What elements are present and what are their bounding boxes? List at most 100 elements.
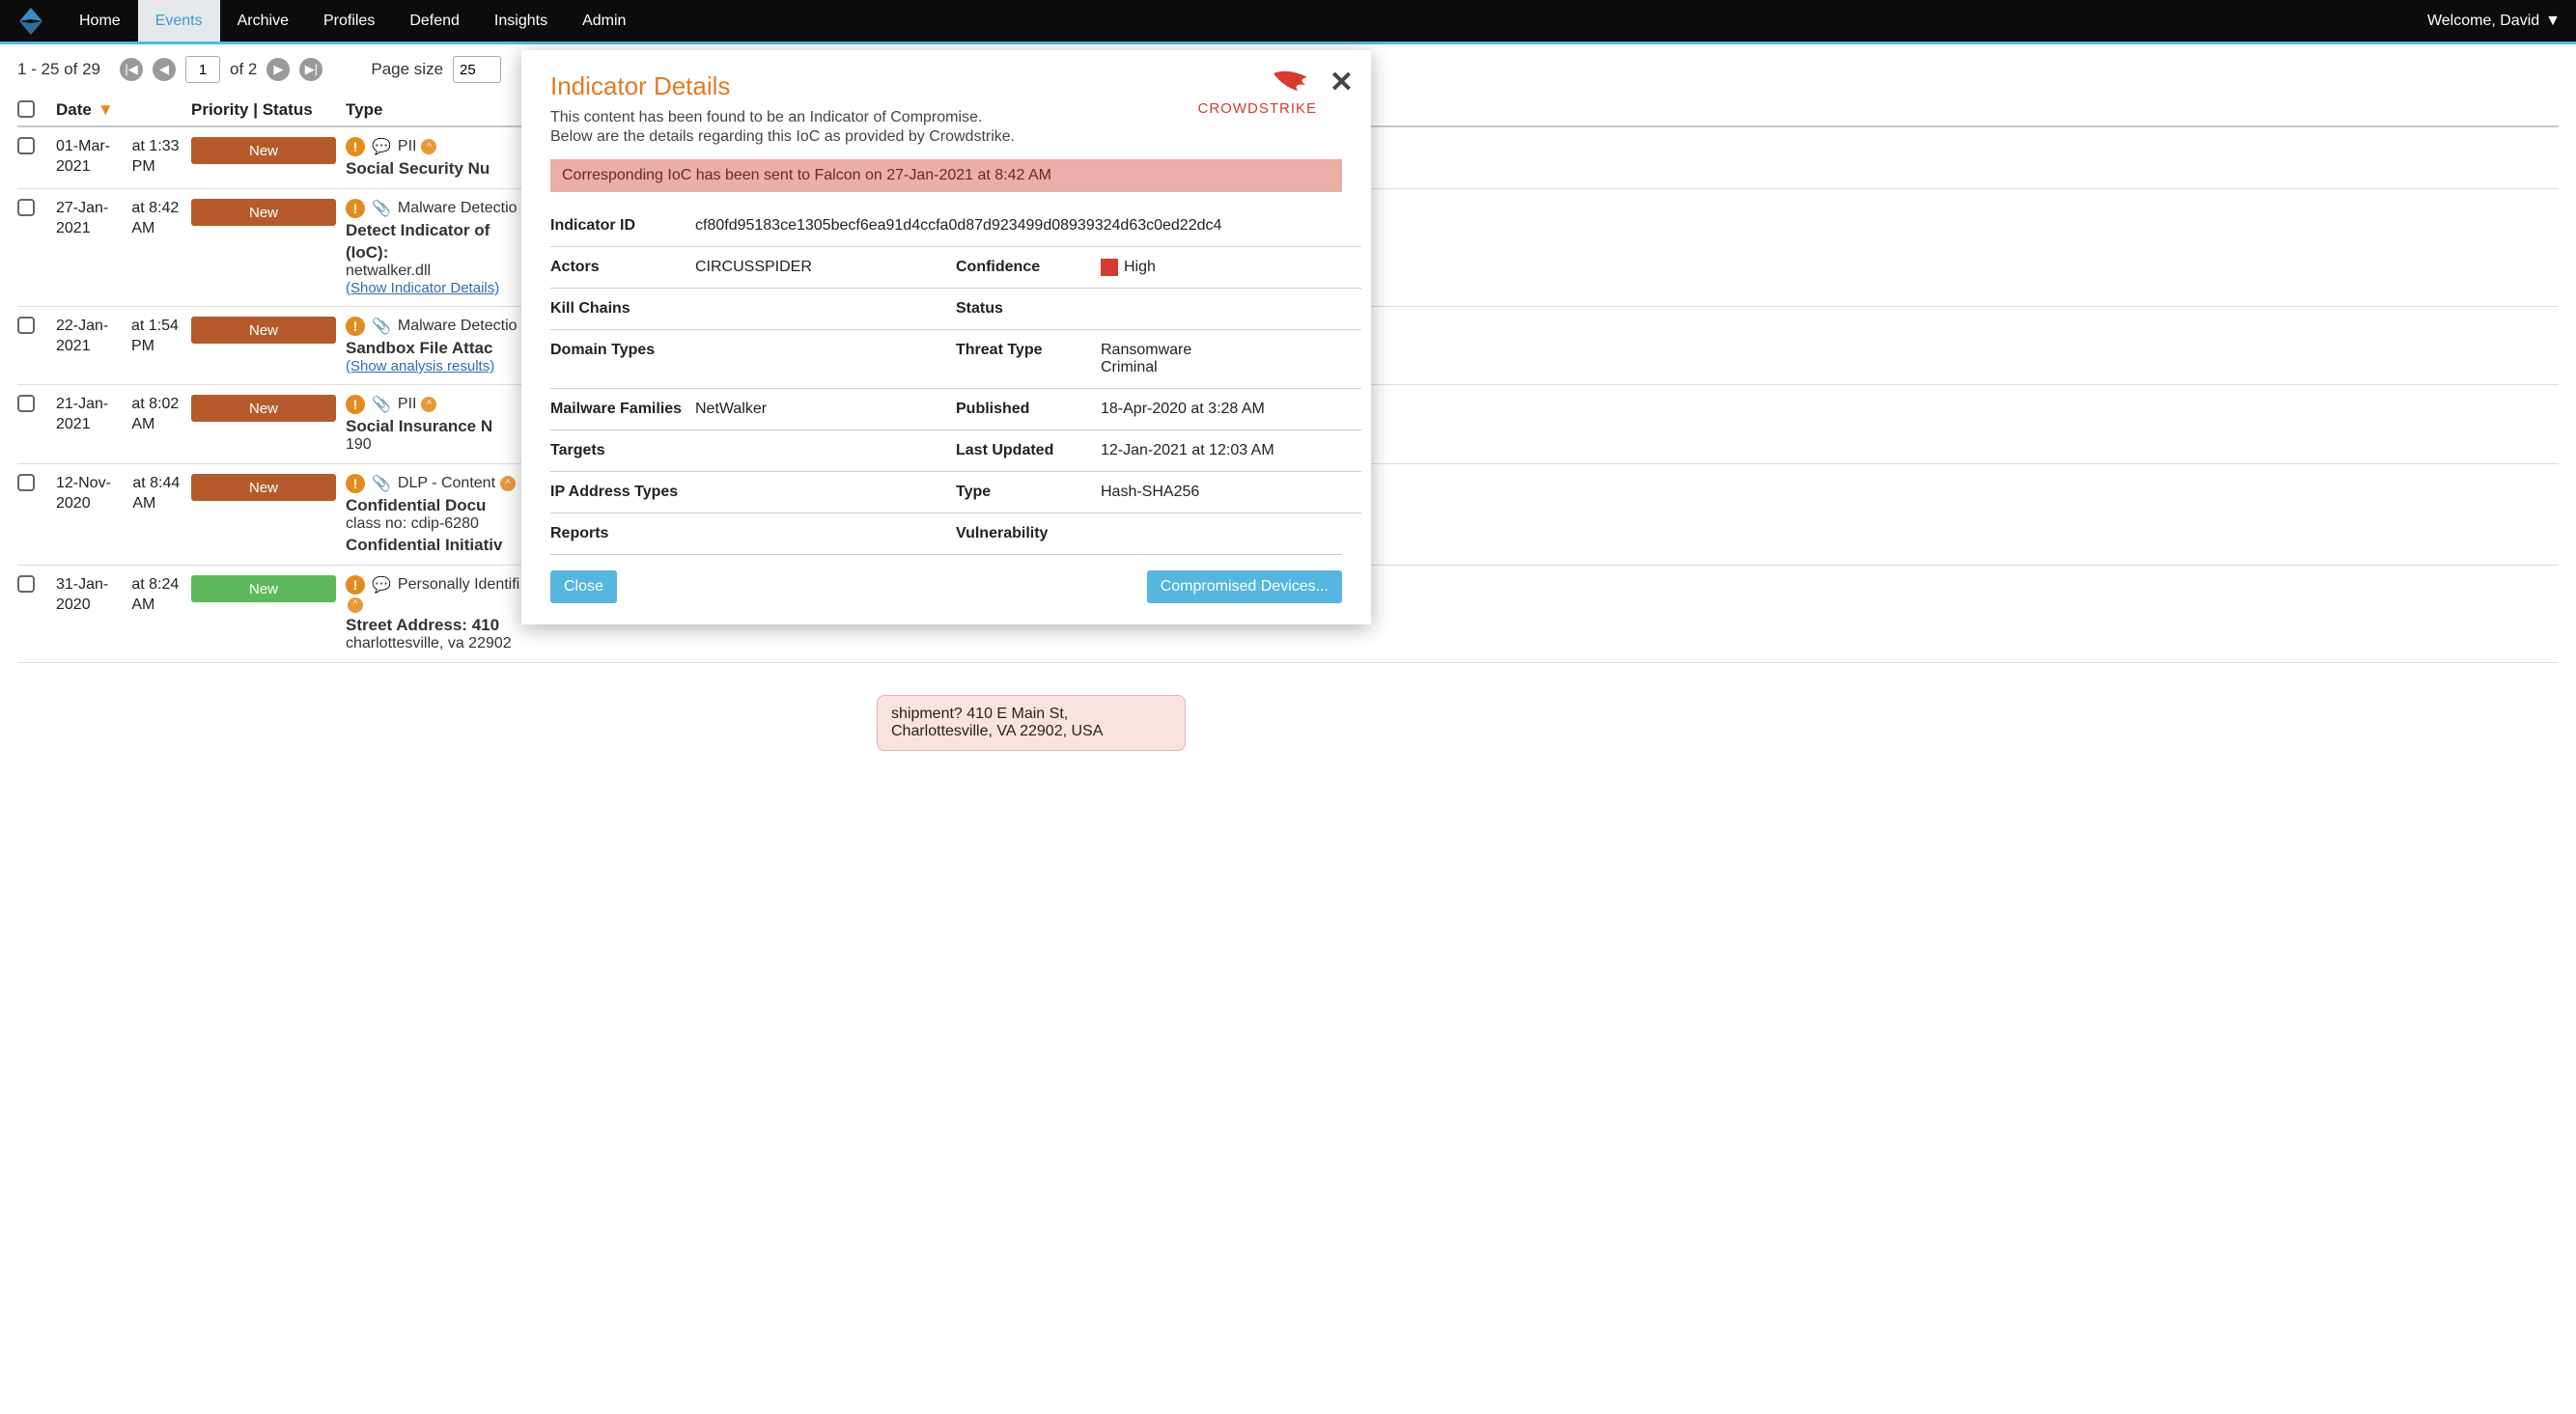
confidence-color-chip bbox=[1101, 259, 1118, 276]
type-value: Hash-SHA256 bbox=[1101, 471, 1361, 513]
detail-grid: Indicator ID cf80fd95183ce1305becf6ea91d… bbox=[550, 206, 1342, 555]
pager-last-button[interactable]: ▶| bbox=[299, 58, 322, 81]
row-checkbox[interactable] bbox=[17, 317, 35, 334]
chevron-down-icon: ▼ bbox=[2545, 13, 2561, 30]
status-badge[interactable]: New bbox=[191, 317, 336, 344]
event-tag: PII bbox=[398, 138, 417, 155]
column-date-header[interactable]: Date ▼ bbox=[56, 100, 191, 120]
nav-events[interactable]: Events bbox=[138, 0, 220, 42]
ip-address-types-label: IP Address Types bbox=[550, 471, 695, 513]
threat-type-label: Threat Type bbox=[956, 329, 1101, 388]
crowdstrike-bird-icon bbox=[1198, 66, 1318, 100]
pager-range: 1 - 25 of 29 bbox=[17, 60, 100, 79]
event-date: 01-Mar-2021 bbox=[56, 137, 126, 178]
published-label: Published bbox=[956, 388, 1101, 430]
targets-value bbox=[695, 430, 956, 471]
modal-close-icon[interactable]: ✕ bbox=[1330, 66, 1354, 99]
crowdstrike-logo: CROWDSTRIKE bbox=[1198, 66, 1318, 117]
event-date: 27-Jan-2021 bbox=[56, 199, 126, 239]
event-tag: PII bbox=[398, 396, 417, 413]
select-all-checkbox[interactable] bbox=[17, 100, 35, 118]
attachment-icon: 📎 bbox=[372, 395, 391, 414]
kill-chains-label: Kill Chains bbox=[550, 288, 695, 329]
alert-icon: ! bbox=[346, 474, 365, 493]
status-badge[interactable]: New bbox=[191, 474, 336, 501]
event-time: at 8:44 AM bbox=[132, 474, 191, 514]
confidence-value: High bbox=[1101, 246, 1361, 288]
event-tag: Personally Identifi bbox=[398, 576, 519, 594]
confidence-label: Confidence bbox=[956, 246, 1101, 288]
attachment-icon: 📎 bbox=[372, 474, 391, 493]
welcome-label: Welcome, David bbox=[2427, 13, 2539, 30]
page-size-select[interactable] bbox=[453, 56, 501, 83]
pager-next-button[interactable]: ▶ bbox=[266, 58, 290, 81]
nav-home[interactable]: Home bbox=[62, 0, 138, 42]
indicator-id-label: Indicator ID bbox=[550, 206, 695, 246]
status-badge[interactable]: New bbox=[191, 395, 336, 422]
attachment-icon: 📎 bbox=[372, 317, 391, 336]
reports-label: Reports bbox=[550, 513, 695, 554]
malware-families-value: NetWalker bbox=[695, 388, 956, 430]
message-excerpt-box: shipment? 410 E Main St, Charlottesville… bbox=[877, 695, 1186, 751]
status-badge[interactable]: New bbox=[191, 575, 336, 602]
nav-tabs: Home Events Archive Profiles Defend Insi… bbox=[62, 0, 643, 42]
welcome-user-dropdown[interactable]: Welcome, David ▼ bbox=[2427, 13, 2561, 30]
chevron-up-icon: ^ bbox=[421, 397, 436, 412]
pager-first-button[interactable]: |◀ bbox=[120, 58, 143, 81]
nav-admin[interactable]: Admin bbox=[565, 0, 643, 42]
event-date: 31-Jan-2020 bbox=[56, 575, 126, 616]
nav-defend[interactable]: Defend bbox=[392, 0, 477, 42]
status-label: Status bbox=[956, 288, 1101, 329]
alert-icon: ! bbox=[346, 395, 365, 414]
kill-chains-value bbox=[695, 288, 956, 329]
sort-desc-icon: ▼ bbox=[98, 100, 114, 120]
compromised-devices-button[interactable]: Compromised Devices... bbox=[1147, 570, 1342, 603]
pager-page-input[interactable] bbox=[185, 56, 220, 83]
published-value: 18-Apr-2020 at 3:28 AM bbox=[1101, 388, 1361, 430]
nav-insights[interactable]: Insights bbox=[477, 0, 565, 42]
alert-icon: ! bbox=[346, 575, 365, 595]
column-date-label: Date bbox=[56, 100, 92, 120]
vulnerability-label: Vulnerability bbox=[956, 513, 1101, 554]
page-size-label: Page size bbox=[371, 60, 443, 79]
indicator-details-modal: ✕ CROWDSTRIKE Indicator Details This con… bbox=[521, 50, 1371, 624]
comment-icon: 💬 bbox=[372, 575, 391, 595]
status-badge[interactable]: New bbox=[191, 137, 336, 164]
alert-icon: ! bbox=[346, 199, 365, 218]
pager-prev-button[interactable]: ◀ bbox=[153, 58, 176, 81]
ip-address-types-value bbox=[695, 471, 956, 513]
reports-value bbox=[695, 513, 956, 554]
event-tag: Malware Detectio bbox=[398, 318, 518, 335]
event-time: at 1:54 PM bbox=[131, 317, 191, 357]
last-updated-value: 12-Jan-2021 at 12:03 AM bbox=[1101, 430, 1361, 471]
chevron-up-icon: ^ bbox=[421, 139, 436, 154]
nav-profiles[interactable]: Profiles bbox=[306, 0, 392, 42]
event-date: 22-Jan-2021 bbox=[56, 317, 126, 357]
row-checkbox[interactable] bbox=[17, 575, 35, 593]
row-checkbox[interactable] bbox=[17, 395, 35, 412]
malware-families-label: Mailware Families bbox=[550, 388, 695, 430]
status-badge[interactable]: New bbox=[191, 199, 336, 226]
status-value bbox=[1101, 288, 1361, 329]
event-time: at 8:42 AM bbox=[131, 199, 191, 239]
actors-label: Actors bbox=[550, 246, 695, 288]
type-label: Type bbox=[956, 471, 1101, 513]
row-checkbox[interactable] bbox=[17, 474, 35, 491]
event-date: 21-Jan-2021 bbox=[56, 395, 126, 435]
modal-close-button[interactable]: Close bbox=[550, 570, 617, 603]
row-checkbox[interactable] bbox=[17, 199, 35, 216]
top-nav-bar: Home Events Archive Profiles Defend Insi… bbox=[0, 0, 2576, 44]
column-priority-header[interactable]: Priority | Status bbox=[191, 100, 346, 120]
alert-icon: ! bbox=[346, 317, 365, 336]
attachment-icon: 📎 bbox=[372, 199, 391, 218]
modal-subtitle-2: Below are the details regarding this IoC… bbox=[550, 128, 1342, 146]
confidence-text: High bbox=[1124, 259, 1156, 275]
nav-archive[interactable]: Archive bbox=[220, 0, 306, 42]
event-date: 12-Nov-2020 bbox=[56, 474, 126, 514]
app-logo bbox=[15, 6, 46, 37]
event-time: at 8:02 AM bbox=[131, 395, 191, 435]
event-time: at 1:33 PM bbox=[132, 137, 191, 178]
ioc-sent-banner: Corresponding IoC has been sent to Falco… bbox=[550, 159, 1342, 192]
last-updated-label: Last Updated bbox=[956, 430, 1101, 471]
row-checkbox[interactable] bbox=[17, 137, 35, 154]
